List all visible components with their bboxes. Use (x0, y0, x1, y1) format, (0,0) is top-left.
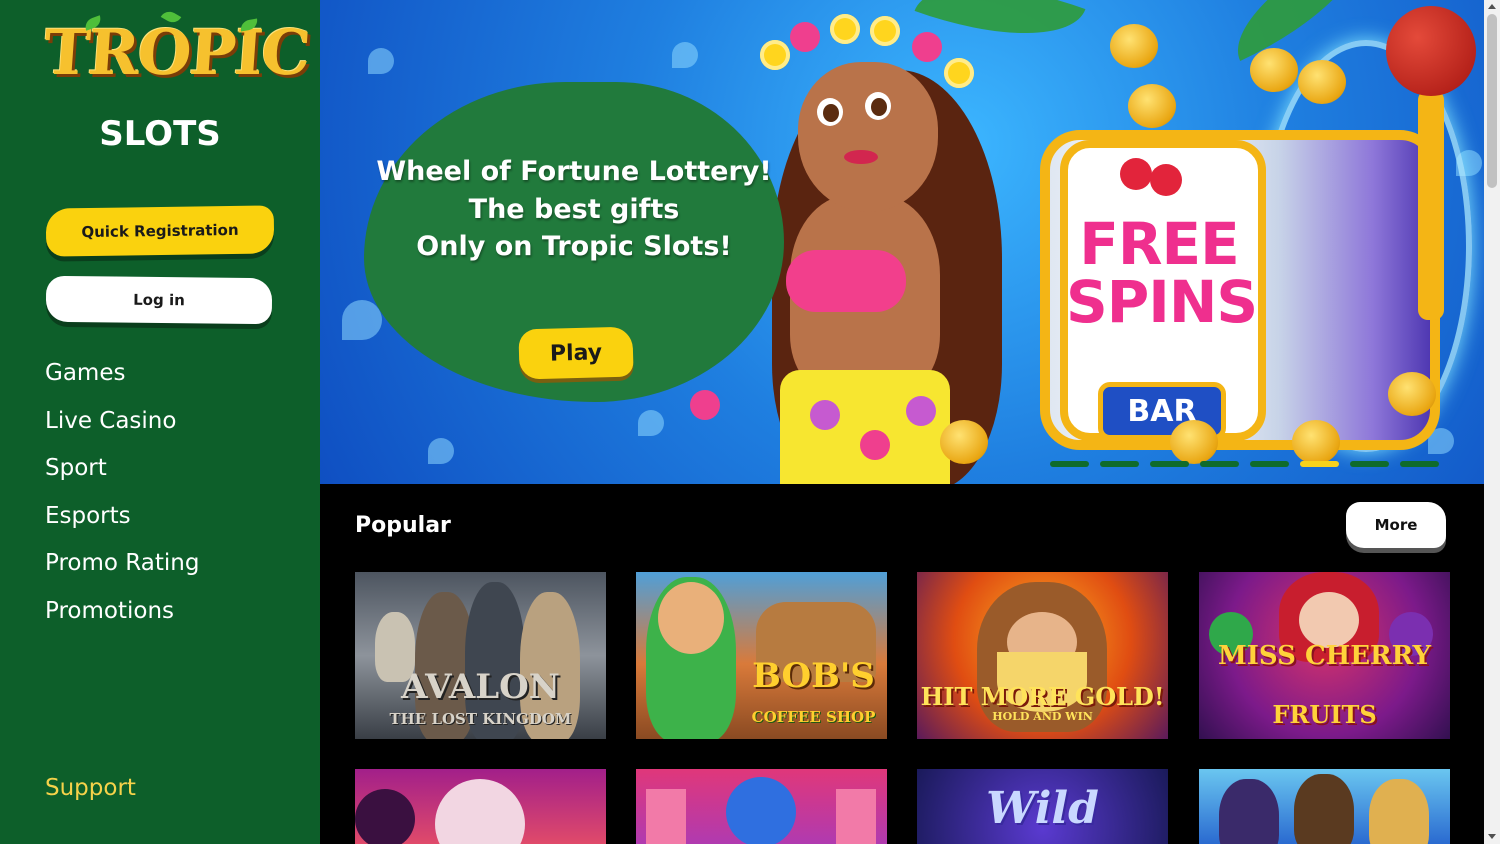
sidebar: TROPIC SLOTS Quick Registration Log in G… (0, 0, 320, 844)
nav-item-games[interactable]: Games (45, 360, 199, 408)
flower-icon (912, 32, 942, 62)
nav-item-promo-rating[interactable]: Promo Rating (45, 550, 199, 598)
game-tile-avalon[interactable]: AVALON THE LOST KINGDOM (355, 572, 606, 739)
carousel-indicators (1050, 461, 1439, 467)
promo-line-1: Wheel of Fortune Lottery! (376, 156, 772, 187)
quick-registration-button[interactable]: Quick Registration (45, 205, 275, 257)
leaf-icon (342, 300, 382, 340)
character-eye (865, 92, 891, 120)
carousel-dot-3[interactable] (1150, 461, 1189, 467)
coin-icon (1388, 372, 1436, 416)
flower-icon (830, 14, 860, 44)
flower-icon (870, 16, 900, 46)
page-scrollbar[interactable] (1484, 0, 1500, 844)
carousel-dot-6[interactable] (1300, 461, 1339, 467)
coin-icon (1110, 24, 1158, 68)
carousel-dot-8[interactable] (1400, 461, 1439, 467)
game-title: AVALON (401, 667, 560, 707)
coin-icon (940, 420, 988, 464)
scroll-thumb[interactable] (1487, 14, 1497, 188)
character-skirt (780, 370, 950, 484)
game-tile-day-of-dead[interactable] (355, 769, 606, 844)
game-tile-wild-cash[interactable]: Wild (917, 769, 1168, 844)
carousel-dot-7[interactable] (1350, 461, 1389, 467)
game-subtitle: FRUITS (1272, 700, 1377, 729)
nav-item-live-casino[interactable]: Live Casino (45, 408, 199, 456)
cherry-icon (1120, 158, 1152, 190)
login-button[interactable]: Log in (45, 275, 273, 325)
logo-subtitle: SLOTS (99, 114, 221, 154)
more-button[interactable]: More (1346, 502, 1446, 548)
carousel-dot-2[interactable] (1100, 461, 1139, 467)
flower-icon (690, 390, 720, 420)
character-lips (844, 150, 878, 164)
nav-item-sport[interactable]: Sport (45, 455, 199, 503)
flower-icon (944, 58, 974, 88)
game-title: Wild (986, 783, 1099, 834)
scroll-up-icon[interactable] (1488, 4, 1496, 9)
nav-item-promotions[interactable]: Promotions (45, 598, 199, 646)
game-title: HIT MORE GOLD! (920, 682, 1165, 711)
flower-icon (790, 22, 820, 52)
game-tile-olympus[interactable] (1199, 769, 1450, 844)
game-title: BOB'S (752, 656, 875, 696)
tropic-slots-logo[interactable]: TROPIC SLOTS (41, 8, 311, 154)
carousel-dot-4[interactable] (1200, 461, 1239, 467)
leaf-icon (672, 42, 698, 68)
scroll-down-icon[interactable] (1488, 834, 1496, 839)
promo-line-2: The best gifts (468, 194, 680, 225)
support-link[interactable]: Support (45, 775, 136, 801)
coin-icon (1170, 420, 1218, 464)
promo-banner[interactable]: FREE SPINS BAR Wheel of Fortune Lottery!… (320, 0, 1484, 484)
nav-item-esports[interactable]: Esports (45, 503, 199, 551)
carousel-dot-1[interactable] (1050, 461, 1089, 467)
coin-icon (1292, 420, 1340, 464)
flower-icon (860, 430, 890, 460)
game-tile-genie[interactable] (636, 769, 887, 844)
spins-text: SPINS (1066, 268, 1258, 336)
leaf-icon (368, 48, 394, 74)
cherry-icon (1150, 164, 1182, 196)
free-text: FREE (1079, 210, 1240, 278)
game-subtitle: THE LOST KINGDOM (389, 710, 572, 728)
slot-lever-ball (1386, 6, 1476, 96)
section-title-popular: Popular (355, 513, 451, 538)
slot-lever (1418, 90, 1444, 320)
promo-line-3: Only on Tropic Slots! (416, 231, 732, 262)
free-spins-text: FREE SPINS (1066, 210, 1258, 336)
character-face (798, 62, 938, 212)
flower-icon (810, 400, 840, 430)
game-subtitle: HOLD AND WIN (992, 710, 1093, 723)
game-tile-bobs-coffee-shop[interactable]: BOB'S COFFEE SHOP (636, 572, 887, 739)
coin-icon (1250, 48, 1298, 92)
game-title: MISS CHERRY (1217, 641, 1432, 671)
coin-icon (1298, 60, 1346, 104)
main-nav: Games Live Casino Sport Esports Promo Ra… (45, 360, 199, 645)
character-eye (817, 98, 843, 126)
play-button[interactable]: Play (518, 326, 634, 380)
flower-icon (760, 40, 790, 70)
carousel-dot-5[interactable] (1250, 461, 1289, 467)
flower-icon (906, 396, 936, 426)
coin-icon (1128, 84, 1176, 128)
leaf-icon (638, 410, 664, 436)
game-tile-miss-cherry-fruits[interactable]: MISS CHERRY FRUITS (1199, 572, 1450, 739)
game-subtitle: COFFEE SHOP (751, 708, 876, 726)
game-tile-hit-more-gold[interactable]: HIT MORE GOLD! HOLD AND WIN (917, 572, 1168, 739)
leaf-icon (428, 438, 454, 464)
